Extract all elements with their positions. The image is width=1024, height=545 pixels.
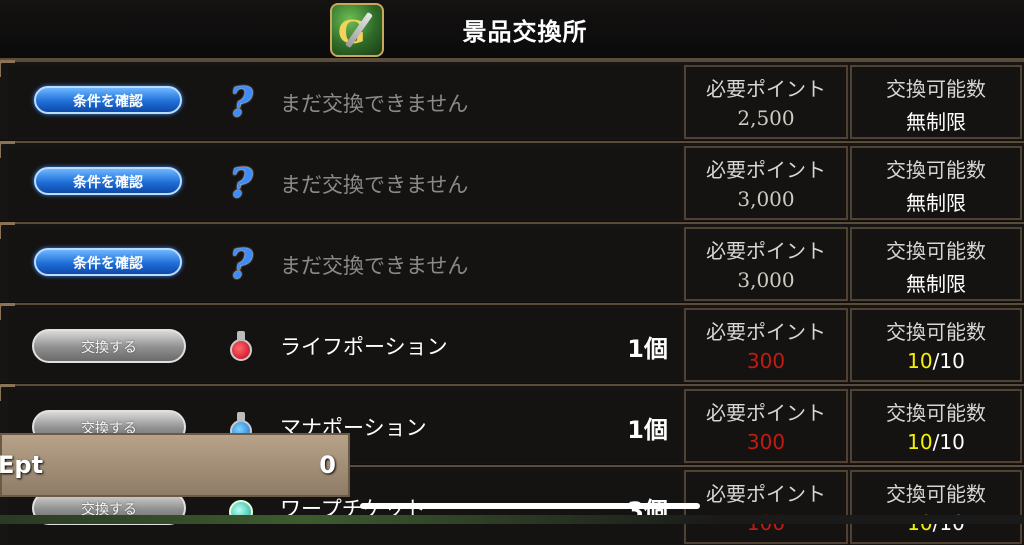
check-conditions-button[interactable]: 条件を確認 bbox=[34, 167, 182, 195]
required-points-cell: 必要ポイント 3,000 bbox=[684, 227, 848, 301]
exchange-limit-cell: 交換可能数 10/10 bbox=[850, 470, 1022, 544]
exchange-remaining: 10 bbox=[907, 349, 933, 373]
exchange-limit-label: 交換可能数 bbox=[886, 401, 986, 425]
exchange-limit-cell: 交換可能数 10/10 bbox=[850, 389, 1022, 463]
required-points-value: 300 bbox=[746, 430, 786, 454]
required-points-value: 300 bbox=[746, 349, 786, 373]
exchange-remaining: 10 bbox=[907, 430, 933, 454]
exchange-limit-cell: 交換可能数 10/10 bbox=[850, 308, 1022, 382]
exchange-limit-label: 交換可能数 bbox=[886, 239, 986, 263]
red-potion-icon bbox=[224, 326, 258, 364]
required-points-label: 必要ポイント bbox=[706, 401, 826, 425]
item-name: まだ交換できません bbox=[280, 173, 469, 197]
exchange-row: 条件を確認 ? まだ交換できません 必要ポイント 3,000 交換可能数 無制限 bbox=[0, 222, 1024, 302]
exchange-limit-label: 交換可能数 bbox=[886, 320, 986, 344]
exchange-limit-label: 交換可能数 bbox=[886, 77, 986, 101]
exchange-limit-label: 交換可能数 bbox=[886, 482, 986, 506]
required-points-label: 必要ポイント bbox=[706, 239, 826, 263]
exchange-max: /10 bbox=[932, 430, 965, 454]
required-points-value: 2,500 bbox=[737, 106, 795, 130]
item-quantity: 1個 bbox=[627, 416, 668, 444]
item-name: まだ交換できません bbox=[280, 254, 469, 278]
required-points-value: 3,000 bbox=[737, 187, 795, 211]
exchange-row: 交換する ライフポーション 1個 必要ポイント 300 交換可能数 10/10 bbox=[0, 303, 1024, 383]
exchange-limit-value: 10/10 bbox=[852, 349, 1020, 373]
page-title: 景品交換所 bbox=[462, 18, 588, 46]
question-mark-icon: ? bbox=[229, 240, 253, 288]
exchange-max: /10 bbox=[932, 349, 965, 373]
header-bar: G 景品交換所 bbox=[0, 0, 1024, 60]
required-points-cell: 必要ポイント 100 bbox=[684, 470, 848, 544]
check-conditions-button[interactable]: 条件を確認 bbox=[34, 248, 182, 276]
points-balance-label: Ept bbox=[0, 451, 44, 479]
required-points-label: 必要ポイント bbox=[706, 320, 826, 344]
required-points-cell: 必要ポイント 2,500 bbox=[684, 65, 848, 139]
exchange-row: 条件を確認 ? まだ交換できません 必要ポイント 2,500 交換可能数 無制限 bbox=[0, 60, 1024, 140]
item-name: ライフポーション bbox=[280, 335, 448, 359]
exchange-limit-value: 無制限 bbox=[906, 191, 966, 215]
bottom-bar bbox=[0, 515, 1024, 524]
exchange-limit-value: 無制限 bbox=[906, 110, 966, 134]
required-points-label: 必要ポイント bbox=[706, 158, 826, 182]
exchange-limit-value: 10/10 bbox=[852, 430, 1020, 454]
exchange-limit-label: 交換可能数 bbox=[886, 158, 986, 182]
item-quantity: 1個 bbox=[627, 335, 668, 363]
exchange-row: 条件を確認 ? まだ交換できません 必要ポイント 3,000 交換可能数 無制限 bbox=[0, 141, 1024, 221]
exchange-limit-cell: 交換可能数 無制限 bbox=[850, 227, 1022, 301]
required-points-cell: 必要ポイント 3,000 bbox=[684, 146, 848, 220]
item-name: まだ交換できません bbox=[280, 92, 469, 116]
required-points-label: 必要ポイント bbox=[706, 77, 826, 101]
points-balance-panel: Ept 0 bbox=[0, 433, 350, 497]
home-indicator[interactable] bbox=[360, 503, 700, 509]
required-points-value: 3,000 bbox=[737, 268, 795, 292]
points-balance-value: 0 bbox=[319, 451, 336, 479]
exchange-limit-cell: 交換可能数 無制限 bbox=[850, 146, 1022, 220]
required-points-label: 必要ポイント bbox=[706, 482, 826, 506]
required-points-cell: 必要ポイント 300 bbox=[684, 308, 848, 382]
exchange-limit-cell: 交換可能数 無制限 bbox=[850, 65, 1022, 139]
question-mark-icon: ? bbox=[229, 78, 253, 126]
required-points-cell: 必要ポイント 300 bbox=[684, 389, 848, 463]
exchange-limit-value: 無制限 bbox=[906, 272, 966, 296]
check-conditions-button[interactable]: 条件を確認 bbox=[34, 86, 182, 114]
exchange-button[interactable]: 交換する bbox=[32, 329, 186, 363]
question-mark-icon: ? bbox=[229, 159, 253, 207]
